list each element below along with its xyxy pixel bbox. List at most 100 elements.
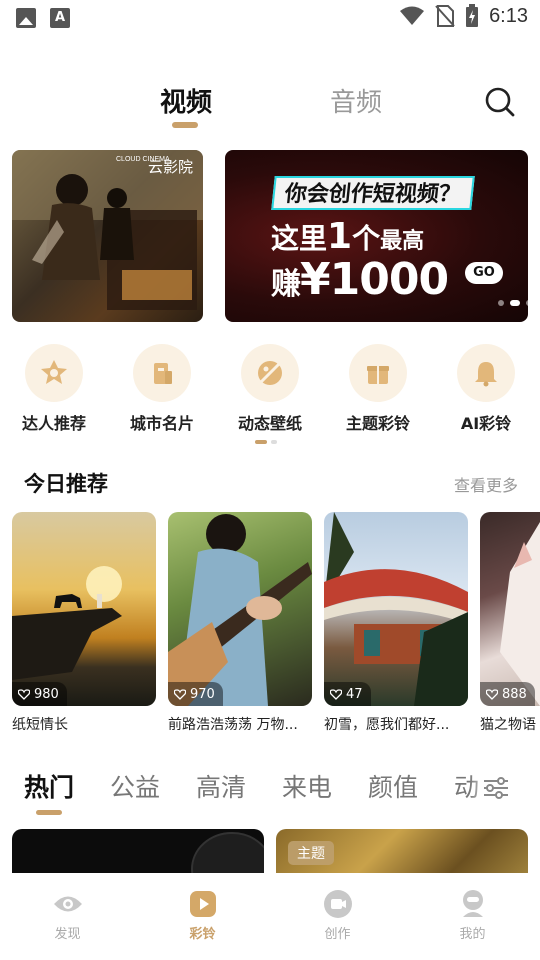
category-label: 动态壁纸	[237, 414, 302, 433]
card-title: 初雪，愿我们都好...	[324, 717, 450, 733]
category-label: 主题彩铃	[345, 414, 410, 433]
sunset-cliff-image	[12, 566, 122, 680]
banner-subline-a: 这里	[271, 222, 328, 255]
like-count-value: 47	[346, 686, 363, 702]
recommend-card[interactable]: 888 猫之物语	[480, 512, 540, 734]
tab-video[interactable]: 视频	[160, 82, 212, 119]
banner-reward: 赚¥1000	[271, 254, 449, 305]
status-bar: A 6:13	[0, 0, 540, 36]
font-icon: A	[50, 8, 70, 28]
category-wallpaper[interactable]: 动态壁纸	[220, 344, 320, 434]
no-sim-icon	[435, 5, 455, 27]
category-city[interactable]: 城市名片	[112, 344, 212, 434]
nav-profile[interactable]: 我的	[405, 873, 540, 960]
tab-charity[interactable]: 公益	[110, 768, 160, 804]
banner-headline: 你会创作短视频？	[271, 176, 475, 210]
section-title-today: 今日推荐	[24, 472, 108, 496]
tab-incoming-call[interactable]: 来电	[282, 768, 332, 804]
banner-dot	[526, 300, 528, 306]
category-label: 城市名片	[129, 414, 194, 433]
card-thumbnail: 970	[168, 512, 312, 706]
banner-reward-prefix: 赚	[271, 267, 301, 302]
category-theme-ringtone[interactable]: 主题彩铃	[328, 344, 428, 434]
banner-subline: 这里1个最高	[271, 216, 424, 257]
profile-icon	[462, 890, 483, 917]
page-dot-active	[255, 440, 267, 444]
tab-hot[interactable]: 热门	[24, 768, 74, 804]
bell-icon	[475, 362, 497, 387]
heart-icon	[174, 688, 186, 700]
top-tabs: 视频 音频	[0, 80, 540, 130]
banner-dots	[498, 300, 528, 306]
card-title: 前路浩浩荡荡 万物...	[168, 717, 298, 733]
snow-pavilion-image	[324, 512, 468, 706]
nav-discover[interactable]: 发现	[0, 873, 135, 960]
eye-icon	[53, 896, 82, 912]
see-more-link[interactable]: 查看更多	[454, 472, 518, 496]
like-count-value: 970	[190, 686, 215, 702]
banner-subline-d: 最高	[380, 229, 425, 254]
like-count-value: 888	[502, 686, 527, 702]
category-talent[interactable]: 达人推荐	[4, 344, 104, 434]
recommend-card[interactable]: 47 初雪，愿我们都好...	[324, 512, 468, 734]
nav-label: 发现	[54, 927, 81, 942]
banner-subline-b: 1	[327, 216, 353, 257]
star-badge-icon	[41, 360, 67, 384]
card-thumbnail: 980	[12, 512, 156, 706]
cat-image	[500, 522, 540, 706]
banner-cinema-logo: 云影院	[147, 158, 193, 176]
nav-label: 创作	[324, 927, 351, 942]
nav-create[interactable]: 创作	[270, 873, 405, 960]
banner-go-button[interactable]: GO	[465, 262, 503, 284]
card-title: 纸短情长	[12, 717, 68, 733]
banner-dot	[498, 300, 504, 306]
theme-badge: 主题	[288, 841, 334, 865]
recommend-card[interactable]: 980 纸短情长	[12, 512, 156, 734]
tab-hd[interactable]: 高清	[196, 768, 246, 804]
play-icon	[189, 891, 216, 917]
category-ai-ringtone[interactable]: AI彩铃	[436, 344, 536, 434]
video-camera-icon	[323, 890, 352, 918]
search-button[interactable]	[484, 86, 516, 118]
like-count: 888	[480, 682, 535, 706]
card-title: 猫之物语	[480, 717, 536, 733]
nav-label: 我的	[459, 927, 486, 942]
category-tabs: 热门 公益 高清 来电 颜值 动	[0, 768, 540, 818]
card-thumbnail: 47	[324, 512, 468, 706]
tab-audio[interactable]: 音频	[330, 82, 382, 119]
category-label: AI彩铃	[460, 414, 512, 433]
banner-dot-active	[510, 300, 520, 306]
bottom-nav: 发现 彩铃 创作 我的	[0, 873, 540, 960]
category-label: 达人推荐	[21, 414, 86, 433]
category-page-dots	[255, 440, 277, 444]
like-count-value: 980	[34, 686, 59, 702]
nav-label: 彩铃	[189, 927, 216, 942]
category-tab-indicator	[36, 810, 62, 815]
like-count: 980	[12, 682, 67, 706]
filter-button[interactable]	[470, 768, 534, 808]
guitar-girl-image	[168, 514, 312, 706]
banner-cinema[interactable]: CLOUD CINEMA 云影院	[12, 150, 203, 322]
search-icon	[485, 87, 515, 117]
category-grid: 达人推荐 城市名片 动态壁纸 主题彩铃 AI彩铃	[0, 344, 540, 434]
gift-icon	[367, 366, 389, 384]
banner-creator-promo[interactable]: 你会创作短视频？ 这里1个最高 赚¥1000 GO	[225, 150, 528, 322]
heart-icon	[330, 688, 342, 700]
tab-indicator	[172, 122, 198, 128]
nav-ringtone[interactable]: 彩铃	[135, 873, 270, 960]
like-count: 47	[324, 682, 371, 706]
banner-reward-amount: ¥1000	[300, 254, 449, 305]
heart-icon	[486, 688, 498, 700]
wallpaper-icon	[258, 361, 282, 385]
tab-looks[interactable]: 颜值	[368, 768, 418, 804]
banner-subline-c: 个	[352, 222, 381, 255]
card-thumbnail: 888	[480, 512, 540, 706]
filter-sliders-icon	[484, 777, 508, 799]
wifi-icon	[400, 6, 425, 25]
like-count: 970	[168, 682, 223, 706]
recommend-card[interactable]: 970 前路浩浩荡荡 万物...	[168, 512, 312, 734]
image-icon	[16, 8, 36, 28]
battery-charging-icon	[466, 4, 479, 27]
heart-icon	[18, 688, 30, 700]
building-icon	[154, 363, 172, 384]
